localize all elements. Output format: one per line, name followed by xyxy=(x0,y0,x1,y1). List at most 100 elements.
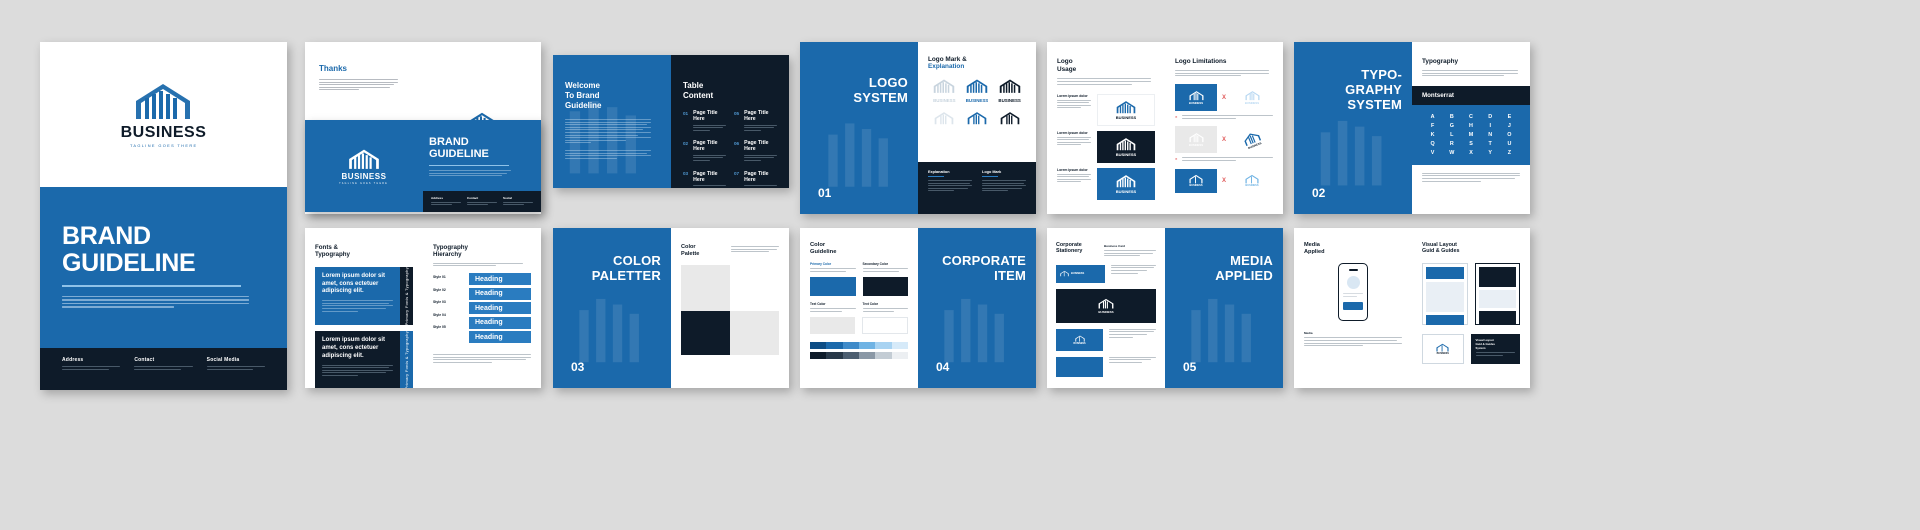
color-swatch[interactable] xyxy=(681,265,730,312)
toc-item[interactable]: 03 Page Title Here xyxy=(683,171,726,188)
limitation-note: ✕ xyxy=(1175,115,1273,120)
color-swatch[interactable] xyxy=(730,265,779,312)
cover-title-line-2: PALETTER xyxy=(591,267,661,283)
toc-item[interactable]: 07 Page Title Here xyxy=(734,171,777,188)
font-sample-card-secondary: Lorem ipsum dolor sit amet, cons ectetue… xyxy=(315,331,413,388)
hierarchy-style-label: Style 02 xyxy=(433,287,446,292)
palette-heading-2: Palette xyxy=(681,250,700,257)
cross-icon: X xyxy=(1222,94,1227,101)
cover-divider xyxy=(62,285,241,287)
page-logo-blue: BUSINESS TAGLINE GOES THERE xyxy=(305,120,423,212)
wordmark-grey: BUSINESS xyxy=(933,98,956,103)
page-color-spread[interactable]: COLOR PALETTER 03 Color Palette xyxy=(553,228,789,388)
thanks-footer-title-2: Contact xyxy=(467,195,479,200)
usage-item-label: Lorem ipsum dolor xyxy=(1057,167,1088,172)
page-welcome-spread[interactable]: Welcome To Brand Guideline Table Content… xyxy=(553,55,789,188)
page-logo-system-spread[interactable]: LOGO SYSTEM 01 Logo Mark & Explanation B… xyxy=(800,42,1036,214)
media-applied-heading-2: Applied xyxy=(1304,248,1325,255)
toc-item[interactable]: 05 Page Title Here xyxy=(734,110,777,132)
text-color-label: Text Color xyxy=(810,302,826,307)
page-media-applied-spread[interactable]: Media Applied Media Visual Layout Guid &… xyxy=(1294,228,1530,388)
footer-col-address: Address xyxy=(62,357,121,390)
gradient-strip-blue xyxy=(810,342,908,350)
alphabet-letter: J xyxy=(1507,122,1511,129)
page-logo-usage-spread[interactable]: Logo Usage Lorem ipsum dolor BUSINESS Lo… xyxy=(1047,42,1283,214)
alphabet-letter: X xyxy=(1469,149,1473,156)
hierarchy-table: Style 01 Style 02 Style 03 Style 04 Styl… xyxy=(433,273,531,346)
stationery-item-label: Business Card xyxy=(1104,244,1126,248)
palette-heading-1: Color xyxy=(681,244,696,250)
font-sample-text: Lorem ipsum dolor sit amet, cons ectetue… xyxy=(322,272,386,295)
alphabet-letter: S xyxy=(1469,140,1473,147)
hierarchy-heading-sample: Heading xyxy=(469,302,531,315)
avatar xyxy=(1346,275,1360,289)
limitation-row: BUSINESS X BUSINESS xyxy=(1175,168,1273,193)
thanks-heading: Thanks xyxy=(319,64,348,73)
visual-logo-frame: BUSINESS xyxy=(1422,333,1464,364)
palette-body xyxy=(731,244,779,257)
logo-wordmarks-row: BUSINESS BUSINESS BUSINESS xyxy=(928,98,1026,103)
footer-social-text xyxy=(206,366,265,370)
logo-mark-icon xyxy=(1436,343,1449,352)
page-color-guideline: Color Guideline Primary Color Secondary … xyxy=(800,228,918,388)
page-color-palette: Color Palette xyxy=(671,228,789,388)
toc-item[interactable]: 02 Page Title Here xyxy=(683,140,726,162)
alphabet-letter: B xyxy=(1449,113,1454,120)
limitation-row: BUSINESS X BUSINESS xyxy=(1175,126,1273,154)
page-typography-system-spread[interactable]: TYPO- GRAPHY SYSTEM 02 Typography Montse… xyxy=(1294,42,1530,214)
business-card-front: BUSINESS xyxy=(1056,264,1105,283)
font-sample-side-label: Primary Fonts & Typography xyxy=(404,331,409,388)
toc-heading-2: Content xyxy=(683,91,714,100)
alphabet-grid: A B C D E F G H I J K L M N O Q R S T U … xyxy=(1424,114,1518,156)
page-corporate-stationery-spread[interactable]: Corporate Stationery Business Card BUSIN… xyxy=(1047,228,1283,388)
toc-title: Page Title Here xyxy=(744,140,769,153)
footer-address-text xyxy=(62,366,121,370)
brand-name: BUSINESS xyxy=(1115,188,1137,194)
toc-title: Page Title Here xyxy=(744,110,769,122)
logo-mark-icon xyxy=(1060,271,1069,277)
brand-name: BUSINESS xyxy=(120,124,207,141)
page-fonts-typography-spread[interactable]: Fonts & Typography Lorem ipsum dolor sit… xyxy=(305,228,541,388)
cover-title-line-1: LOGO xyxy=(868,75,908,90)
logo-usage-item: Lorem ipsum dolor BUSINESS xyxy=(1057,130,1155,163)
section-number: 01 xyxy=(818,186,832,200)
color-swatch-secondary[interactable] xyxy=(862,277,908,297)
toc-column-right: 05 Page Title Here 06 Page Title Here 07… xyxy=(734,110,777,188)
cover-title-line-1: CORPORATE xyxy=(942,253,1026,268)
toc-item[interactable]: 01 Page Title Here xyxy=(683,110,726,132)
alphabet-letter: U xyxy=(1507,140,1512,147)
color-swatch-light[interactable] xyxy=(810,317,855,335)
logo-mark-outline-icon xyxy=(934,79,955,93)
brand-tagline: TAGLINE GOES THERE xyxy=(129,143,198,148)
color-swatch-white[interactable] xyxy=(861,317,908,335)
hierarchy-heading-sample: Heading xyxy=(469,331,531,344)
visual-badge: Visual Layout Guid & Guides System xyxy=(1470,333,1520,364)
phone-cta-button[interactable] xyxy=(1343,302,1363,311)
hierarchy-footnote xyxy=(433,353,531,363)
cover-title-line-1: COLOR xyxy=(613,253,661,268)
envelope-front xyxy=(1056,356,1103,377)
cover-body-text xyxy=(62,295,249,308)
page-color-guideline-spread[interactable]: Color Guideline Primary Color Secondary … xyxy=(800,228,1036,388)
cover-title-line-1: TYPO- xyxy=(1361,67,1402,82)
footer-col-social: Social Media xyxy=(206,357,265,390)
usage-item-label: Lorem ipsum dolor xyxy=(1057,93,1088,98)
toc-title: Page Title Here xyxy=(693,140,718,153)
toc-title: Page Title Here xyxy=(693,170,718,183)
color-swatch[interactable] xyxy=(681,311,730,356)
page-brand-guideline-spread[interactable]: BUSINESS TAGLINE GOES THERE BRAND GUIDEL… xyxy=(305,120,541,212)
alphabet-letter: E xyxy=(1507,113,1512,120)
page-cover[interactable]: BUSINESS TAGLINE GOES THERE BRAND GUIDEL… xyxy=(40,42,287,390)
toc-item[interactable]: 06 Page Title Here xyxy=(734,140,777,162)
alphabet-letter: A xyxy=(1430,113,1435,120)
color-swatch[interactable] xyxy=(730,311,779,356)
brand-name: BUSINESS xyxy=(1436,351,1449,355)
usage-logo-on-dark: BUSINESS xyxy=(1097,130,1155,163)
badge-line-3: System xyxy=(1475,345,1486,350)
gradient-strip-dark xyxy=(810,352,908,360)
color-swatch-primary[interactable] xyxy=(810,277,856,297)
color-cover-title: COLOR PALETTER xyxy=(591,253,661,284)
brand-name: BUSINESS xyxy=(1245,184,1259,188)
hierarchy-heading-2: Hierarchy xyxy=(433,251,462,259)
media-applied-heading-1: Media xyxy=(1304,242,1320,248)
